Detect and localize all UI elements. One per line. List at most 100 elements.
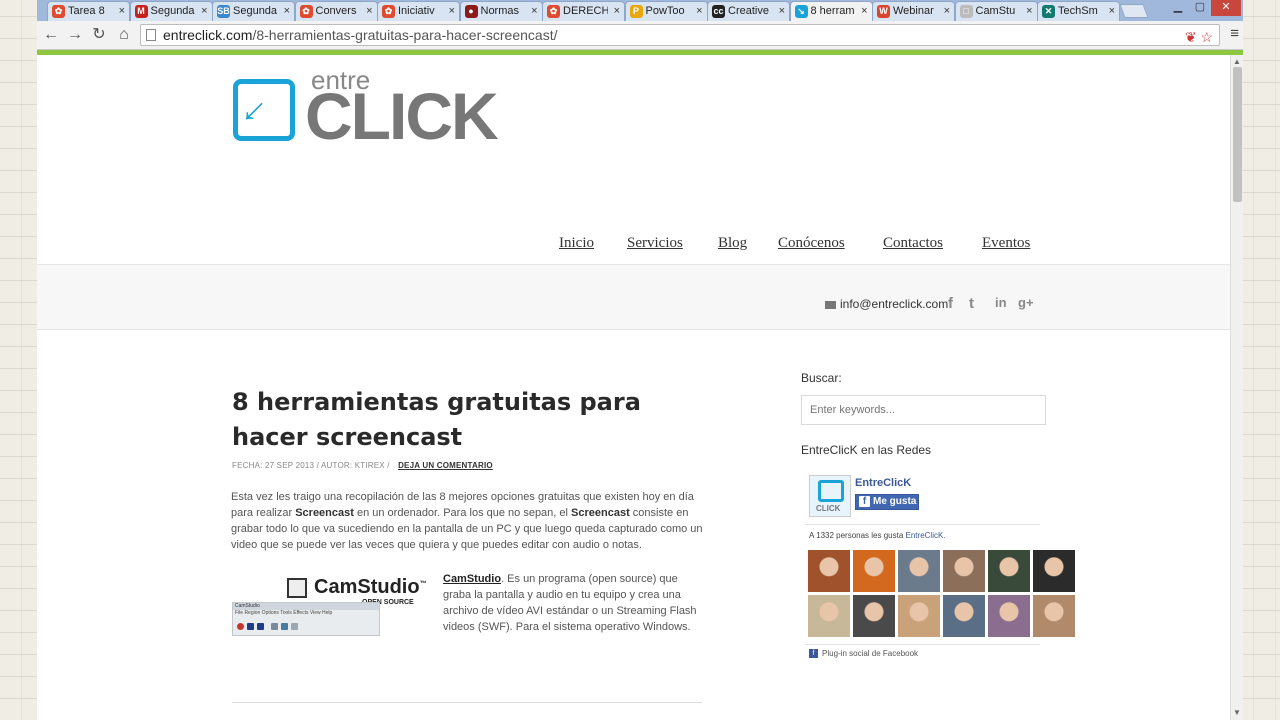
nav-contactos[interactable]: Contactos xyxy=(883,235,943,252)
tab-close-icon[interactable]: × xyxy=(531,2,537,20)
browser-tab[interactable]: cc Creative × xyxy=(707,1,790,21)
fb-like-button[interactable]: f Me gusta xyxy=(855,494,919,510)
avatar-text: CLICK xyxy=(816,504,841,513)
browser-tab[interactable]: ✕ TechSm × xyxy=(1037,1,1120,21)
tab-close-icon[interactable]: × xyxy=(449,2,455,20)
bookmark-star-icon[interactable]: ❦ ☆ xyxy=(1185,27,1213,47)
nav-conocenos[interactable]: Conócenos xyxy=(778,235,845,252)
browser-tab[interactable]: W Webinar × xyxy=(872,1,955,21)
fb-plugin-credit[interactable]: f Plug-in social de Facebook xyxy=(809,649,918,659)
leave-comment-link[interactable]: DEJA UN COMENTARIO xyxy=(398,461,493,470)
googleplus-icon[interactable]: g+ xyxy=(1018,295,1034,310)
contact-email[interactable]: info@entreclick.com xyxy=(825,297,948,311)
tab-close-icon[interactable]: × xyxy=(119,2,125,20)
tool-icon xyxy=(291,623,298,630)
browser-tab[interactable]: ✿ DERECH × xyxy=(542,1,625,21)
tab-close-icon[interactable]: × xyxy=(779,2,785,20)
article-divider xyxy=(232,702,702,703)
fan-avatar[interactable] xyxy=(943,595,985,637)
browser-tab[interactable]: SB Segunda × xyxy=(212,1,295,21)
fan-avatar[interactable] xyxy=(988,595,1030,637)
tab-title: Creative xyxy=(728,5,769,17)
fan-avatar[interactable] xyxy=(853,550,895,592)
browser-tab[interactable]: ● Normas × xyxy=(459,1,543,21)
fb-page-name[interactable]: EntreClicK xyxy=(855,477,911,489)
camstudio-image[interactable]: CamStudio™ OPEN SOURCE CamStudio File Re… xyxy=(232,576,435,636)
tab-close-icon[interactable]: × xyxy=(366,2,372,20)
back-arrow-icon[interactable]: ← xyxy=(41,25,61,45)
browser-tab[interactable]: M Segunda × xyxy=(129,1,213,21)
chrome-menu-icon[interactable]: ≡ xyxy=(1230,25,1239,42)
tab-close-icon[interactable]: × xyxy=(284,2,290,20)
facebook-icon[interactable]: f xyxy=(948,295,953,312)
fan-avatar[interactable] xyxy=(853,595,895,637)
fan-avatar[interactable] xyxy=(808,550,850,592)
fb-page-avatar[interactable]: CLICK xyxy=(809,475,851,517)
scroll-up-icon[interactable]: ▲ xyxy=(1233,57,1241,66)
browser-tab[interactable]: ✿ Tarea 8 × xyxy=(47,1,130,21)
tab-favicon-icon: ✿ xyxy=(299,5,313,18)
fan-avatar[interactable] xyxy=(808,595,850,637)
fb-footer-divider xyxy=(805,644,1040,645)
article-title: 8 herramientas gratuitas para hacer scre… xyxy=(232,388,641,451)
twitter-icon[interactable]: t xyxy=(969,295,974,312)
minimize-icon[interactable]: ▁ xyxy=(1167,0,1189,16)
home-icon[interactable]: ⌂ xyxy=(114,25,134,45)
address-bar[interactable]: entreclick.com/8-herramientas-gratuitas-… xyxy=(140,24,1220,46)
tab-close-icon[interactable]: × xyxy=(696,2,702,20)
tab-close-icon[interactable]: × xyxy=(944,2,950,20)
fan-avatar[interactable] xyxy=(1033,550,1075,592)
scroll-down-icon[interactable]: ▼ xyxy=(1233,708,1241,717)
tab-title: Segunda xyxy=(150,5,195,17)
scroll-thumb[interactable] xyxy=(1233,67,1242,202)
nav-inicio[interactable]: Inicio xyxy=(559,235,594,252)
tab-title: Segunda xyxy=(233,5,278,17)
tab-close-icon[interactable]: × xyxy=(1109,2,1115,20)
fan-avatar[interactable] xyxy=(988,550,1030,592)
tab-strip: ✿ Tarea 8 × M Segunda × SB Segunda × ✿ Convers × ✿ In… xyxy=(37,0,1243,21)
browser-chrome: ✿ Tarea 8 × M Segunda × SB Segunda × ✿ Convers × ✿ In… xyxy=(37,0,1243,52)
tab-close-icon[interactable]: × xyxy=(861,2,867,20)
tab-favicon-icon: W xyxy=(877,5,890,18)
linkedin-icon[interactable]: in xyxy=(995,295,1007,310)
browser-tab[interactable]: ↘ 8 herram × xyxy=(789,1,873,21)
forward-arrow-icon[interactable]: → xyxy=(65,25,85,45)
close-window-icon[interactable]: ✕ xyxy=(1211,0,1241,16)
browser-tab[interactable]: ✿ Iniciativ × xyxy=(377,1,460,21)
tab-favicon-icon: ● xyxy=(464,5,478,18)
browser-tab[interactable]: □ CamStu × xyxy=(954,1,1038,21)
email-text: info@entreclick.com xyxy=(840,297,949,311)
search-input[interactable] xyxy=(801,395,1046,425)
tab-title: DERECH xyxy=(563,5,608,17)
camstudio-window-title: CamStudio xyxy=(233,603,379,610)
page-scrollbar[interactable]: ▲ ▼ xyxy=(1230,55,1243,720)
fan-avatar[interactable] xyxy=(943,550,985,592)
fan-avatar[interactable] xyxy=(898,595,940,637)
main-navigation: Inicio Servicios Blog Conócenos Contacto… xyxy=(557,235,1047,257)
fan-avatar[interactable] xyxy=(898,550,940,592)
fb-count-page[interactable]: EntreClicK. xyxy=(906,531,946,540)
nav-blog[interactable]: Blog xyxy=(718,235,747,252)
fb-like-count: A 1332 personas les gusta EntreClicK. xyxy=(809,531,946,540)
camstudio-window-preview: CamStudio File Region Options Tools Effe… xyxy=(232,602,380,636)
tab-close-icon[interactable]: × xyxy=(201,2,207,20)
fan-avatar[interactable] xyxy=(1033,595,1075,637)
nav-servicios[interactable]: Servicios xyxy=(627,235,683,252)
site-logo[interactable]: ↓ entre CLICK xyxy=(233,65,499,151)
browser-tab[interactable]: ✿ Convers × xyxy=(294,1,378,21)
maximize-icon[interactable]: ▢ xyxy=(1189,0,1211,16)
nav-eventos[interactable]: Eventos xyxy=(982,235,1030,252)
intro-bold-1: Screencast xyxy=(295,507,354,519)
tab-title: TechSm xyxy=(1058,5,1098,17)
fb-count-text: A 1332 personas les gusta xyxy=(809,531,906,540)
tab-favicon-icon: M xyxy=(134,5,148,18)
tab-close-icon[interactable]: × xyxy=(614,2,620,20)
fb-like-label: Me gusta xyxy=(873,496,917,507)
tab-close-icon[interactable]: × xyxy=(1026,2,1032,20)
camstudio-link[interactable]: CamStudio xyxy=(443,573,501,585)
reload-icon[interactable]: ↻ xyxy=(89,25,109,45)
mail-icon xyxy=(825,300,836,309)
new-tab-button[interactable] xyxy=(1119,4,1149,18)
fb-divider xyxy=(805,524,1040,525)
browser-tab[interactable]: P PowToo × xyxy=(624,1,708,21)
